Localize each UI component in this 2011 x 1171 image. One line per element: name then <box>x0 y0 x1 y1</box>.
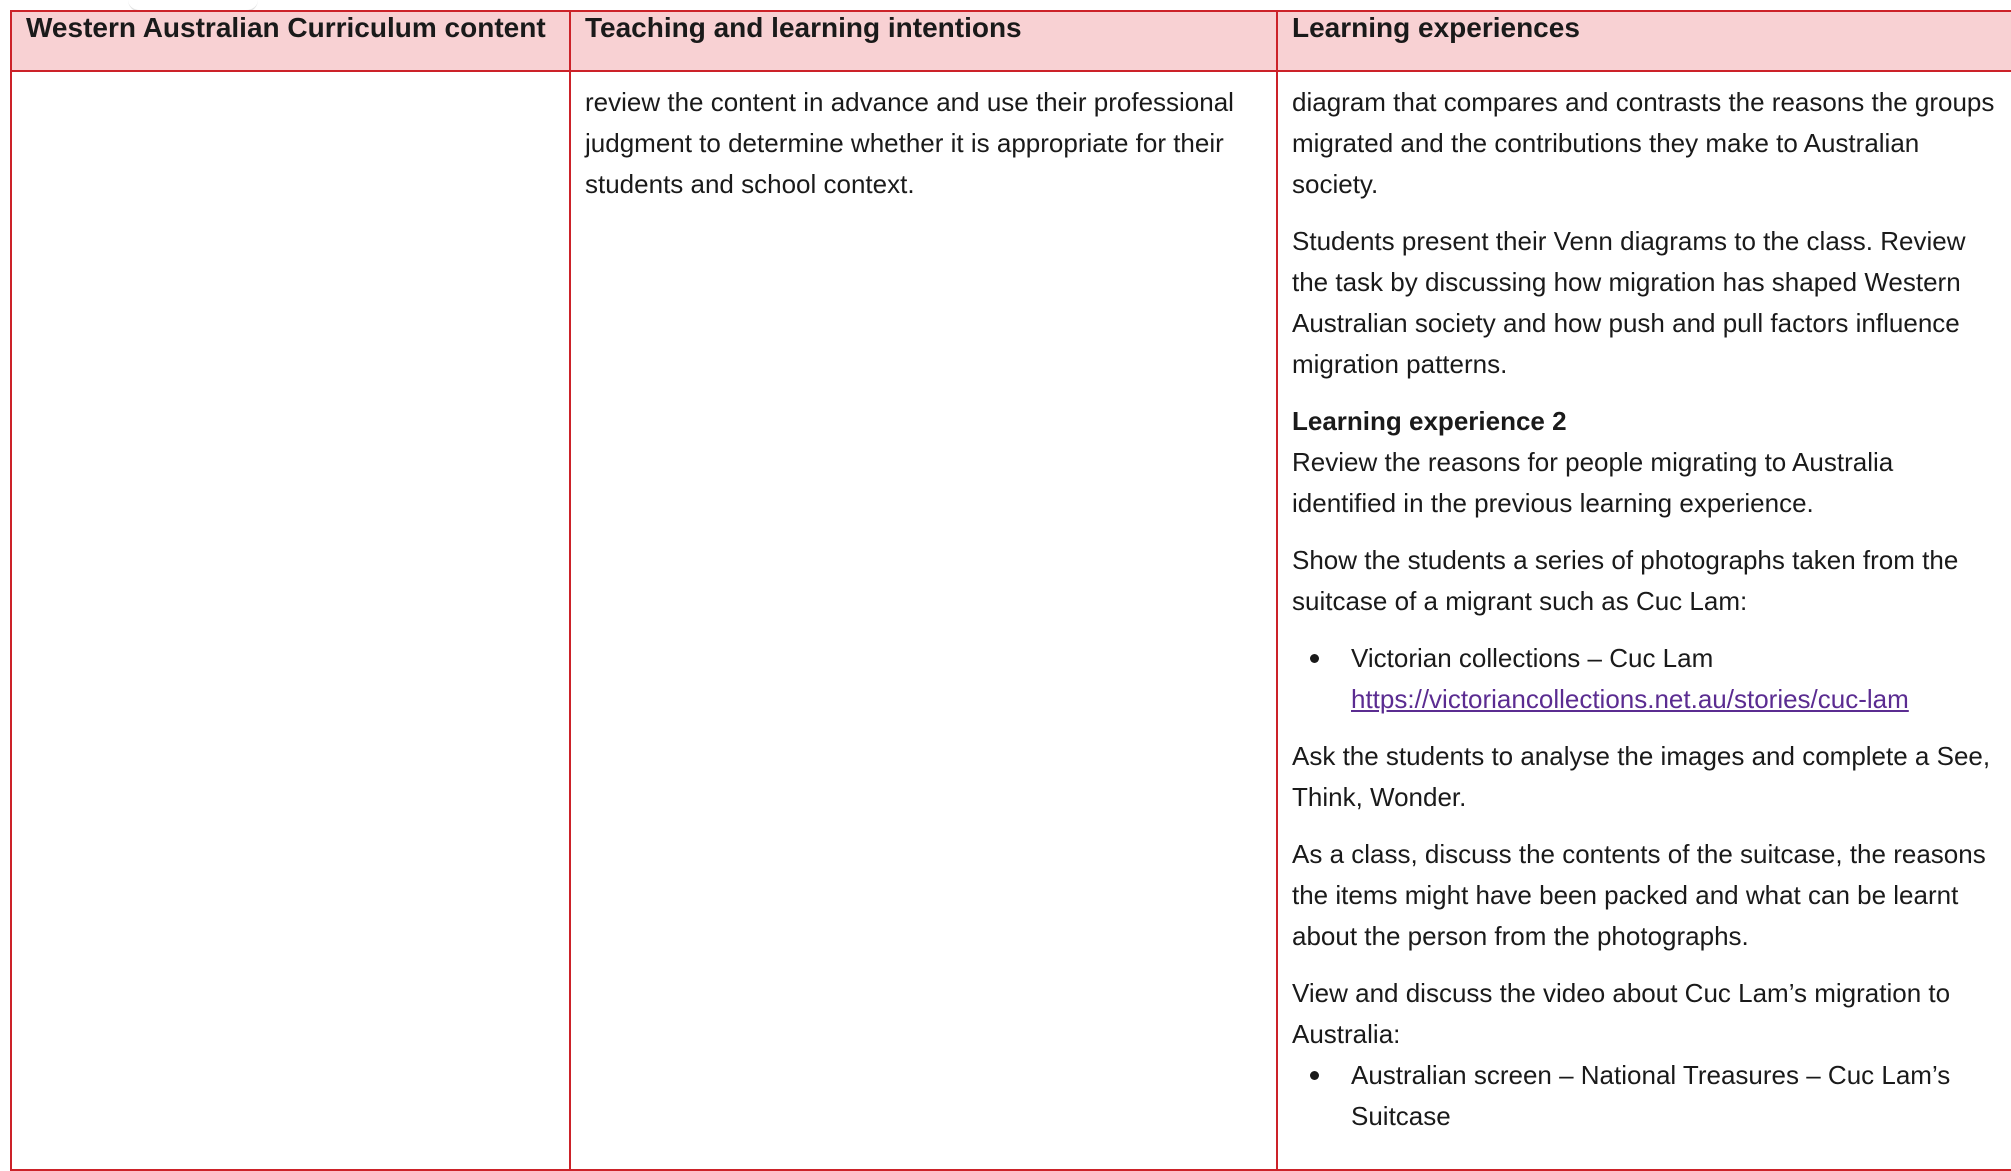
victorian-collections-link[interactable]: https://victoriancollections.net.au/stor… <box>1351 684 1909 714</box>
curriculum-content-cell <box>10 70 571 1171</box>
header-teaching-intentions: Teaching and learning intentions <box>569 10 1278 72</box>
experience-paragraph-7: View and discuss the video about Cuc Lam… <box>1292 978 1951 1049</box>
resource-list-1: Victorian collections – Cuc Lam https://… <box>1292 638 1997 720</box>
experience-paragraph-3: Review the reasons for people migrating … <box>1292 447 1894 518</box>
list-item: Australian screen – National Treasures –… <box>1292 1055 1997 1137</box>
curriculum-content-text <box>12 72 569 82</box>
intentions-paragraph: review the content in advance and use th… <box>585 87 1234 199</box>
learning-experiences-cell: diagram that compares and contrasts the … <box>1276 70 2011 1171</box>
resource-label: Victorian collections – Cuc Lam <box>1351 643 1714 673</box>
list-item: Victorian collections – Cuc Lam https://… <box>1292 638 1997 720</box>
experience-paragraph-4: Show the students a series of photograph… <box>1292 545 1959 616</box>
table-header-row: Western Australian Curriculum content Te… <box>10 10 2011 72</box>
header-learning-experiences: Learning experiences <box>1276 10 2011 72</box>
curriculum-table: Western Australian Curriculum content Te… <box>10 10 2011 1171</box>
header-curriculum-content: Western Australian Curriculum content <box>10 10 571 72</box>
teaching-intentions-cell: review the content in advance and use th… <box>569 70 1278 1171</box>
resource-list-2: Australian screen – National Treasures –… <box>1292 1055 1997 1137</box>
experience-paragraph-5: Ask the students to analyse the images a… <box>1292 741 1991 812</box>
learning-experience-2-heading: Learning experience 2 <box>1292 406 1567 436</box>
document-page: Western Australian Curriculum content Te… <box>0 0 2011 1171</box>
experience-paragraph-6: As a class, discuss the contents of the … <box>1292 839 1986 951</box>
table-row: review the content in advance and use th… <box>10 70 2011 1171</box>
experience-paragraph-2: Students present their Venn diagrams to … <box>1292 226 1966 379</box>
experience-paragraph-1: diagram that compares and contrasts the … <box>1292 87 1995 199</box>
